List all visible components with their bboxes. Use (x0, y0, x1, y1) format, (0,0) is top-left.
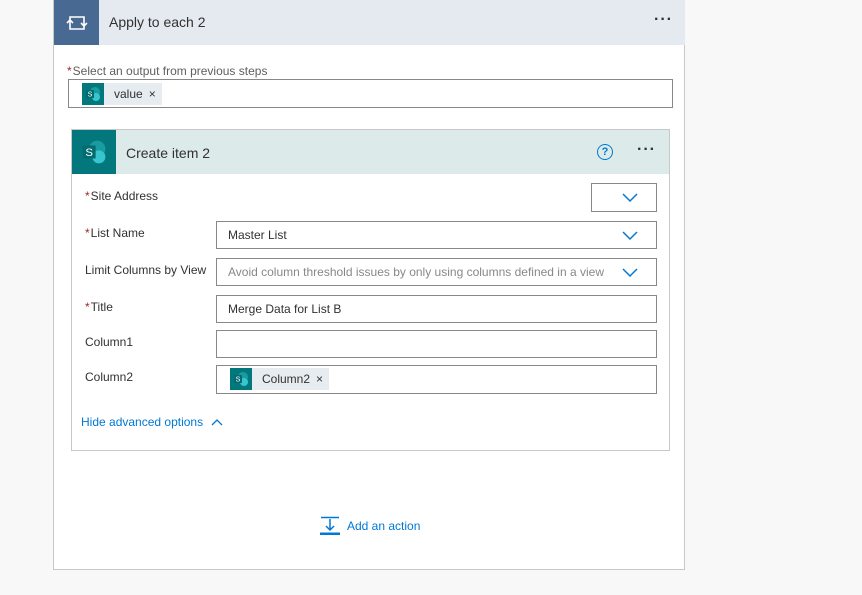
close-icon[interactable]: × (149, 87, 162, 101)
column2-input[interactable]: S Column2 × (216, 365, 657, 394)
value-token[interactable]: S value × (82, 83, 162, 105)
column2-label: Column2 (85, 370, 134, 384)
limit-columns-dropdown[interactable]: Avoid column threshold issues by only us… (216, 258, 657, 286)
apply-to-each-header[interactable]: Apply to each 2 ··· (54, 0, 685, 45)
sharepoint-icon: S (72, 130, 116, 174)
chevron-down-icon (622, 193, 638, 203)
site-address-label: *Site Address (85, 189, 159, 203)
list-name-dropdown[interactable]: Master List (216, 221, 657, 249)
loop-icon (54, 0, 99, 45)
svg-text:S: S (88, 92, 93, 99)
column1-label: Column1 (85, 335, 134, 349)
chevron-up-icon (211, 419, 223, 426)
limit-columns-label: Limit Columns by View (85, 263, 207, 277)
add-action-icon (320, 516, 340, 535)
apply-to-each-card: Apply to each 2 ··· *Select an output fr… (53, 0, 685, 570)
title-input[interactable]: Merge Data for List B (216, 295, 657, 323)
help-icon[interactable]: ? (597, 144, 613, 160)
more-options-icon[interactable]: ··· (654, 11, 673, 29)
svg-text:S: S (236, 377, 241, 384)
more-options-icon[interactable]: ··· (637, 141, 656, 159)
create-item-title: Create item 2 (126, 145, 211, 161)
column2-token[interactable]: S Column2 × (230, 368, 330, 390)
title-label: *Title (85, 300, 113, 314)
create-item-header[interactable]: S Create item 2 ? ··· (72, 130, 669, 174)
svg-text:S: S (85, 147, 93, 159)
close-icon[interactable]: × (316, 372, 329, 386)
chevron-down-icon (622, 231, 638, 241)
list-name-label: *List Name (85, 226, 145, 240)
required-mark: * (67, 64, 72, 78)
sharepoint-icon: S (230, 368, 252, 390)
column1-input[interactable] (216, 330, 657, 358)
hide-advanced-options-link[interactable]: Hide advanced options (81, 415, 223, 429)
sharepoint-icon: S (82, 83, 104, 105)
output-input[interactable]: S value × (68, 79, 673, 108)
add-action-button[interactable]: Add an action (320, 516, 420, 536)
apply-to-each-title: Apply to each 2 (109, 14, 206, 30)
output-label: *Select an output from previous steps (67, 64, 268, 78)
create-item-card: S Create item 2 ? ··· *Site Address *Lis… (71, 129, 670, 451)
chevron-down-icon (622, 268, 638, 278)
site-address-dropdown[interactable] (591, 183, 657, 212)
